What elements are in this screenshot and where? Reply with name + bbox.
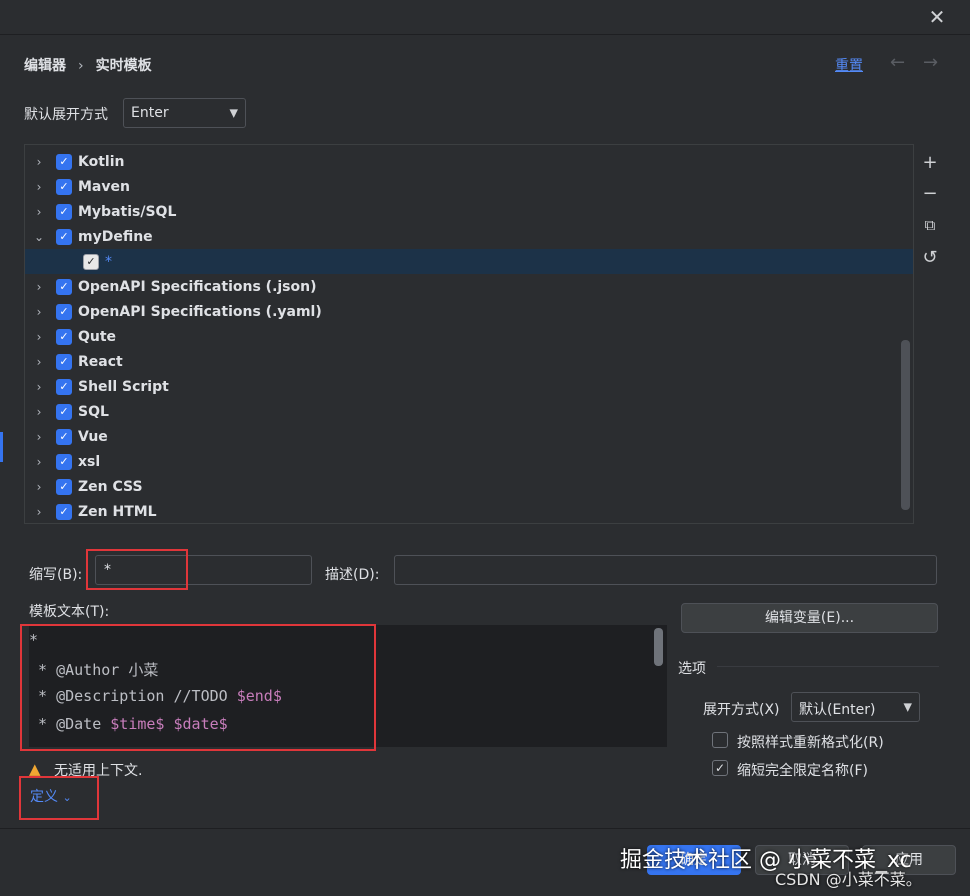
tree-item-label: Shell Script bbox=[78, 378, 169, 395]
shorten-checkbox[interactable]: ✓ bbox=[712, 760, 728, 776]
tree-item-checkbox[interactable]: ✓ bbox=[56, 203, 72, 220]
tree-item-label: xsl bbox=[78, 453, 101, 470]
tree-group-row[interactable]: › ✓ Mybatis/SQL bbox=[25, 199, 913, 224]
tree-group-row[interactable]: › ✓ Zen HTML bbox=[25, 499, 913, 523]
edit-variables-button[interactable]: 编辑变量(E)... bbox=[681, 603, 938, 633]
chevron-right-icon[interactable]: › bbox=[33, 180, 45, 194]
tree-group-row[interactable]: › ✓ Maven bbox=[25, 174, 913, 199]
tree-item-checkbox[interactable]: ✓ bbox=[56, 228, 72, 245]
tree-item-checkbox[interactable]: ✓ bbox=[56, 153, 72, 170]
tree-item-checkbox[interactable]: ✓ bbox=[83, 253, 99, 270]
abbrev-highlight bbox=[86, 549, 188, 590]
tree-item-label: Zen HTML bbox=[78, 503, 157, 520]
tree-group-row[interactable]: › ✓ Qute bbox=[25, 324, 913, 349]
tree-item-label: * bbox=[105, 253, 112, 270]
template-highlight bbox=[20, 624, 376, 751]
tree-group-row[interactable]: › ✓ Kotlin bbox=[25, 149, 913, 174]
expand-with-value: 默认(Enter) bbox=[799, 702, 876, 718]
default-expand-label: 默认展开方式 bbox=[24, 107, 108, 123]
options-title: 选项 bbox=[678, 661, 706, 677]
restore-icon[interactable]: ↺ bbox=[918, 246, 942, 270]
tree-group-row[interactable]: ⌄ ✓ myDefine bbox=[25, 224, 913, 249]
close-icon[interactable]: ✕ bbox=[924, 6, 950, 28]
tree-item-label: Zen CSS bbox=[78, 478, 143, 495]
tree-group-row[interactable]: › ✓ Vue bbox=[25, 424, 913, 449]
copy-icon[interactable]: ⧉ bbox=[918, 213, 942, 237]
tree-item-checkbox[interactable]: ✓ bbox=[56, 453, 72, 470]
chevron-right-icon[interactable]: › bbox=[33, 155, 45, 169]
options-divider bbox=[717, 666, 939, 667]
tree-item-checkbox[interactable]: ✓ bbox=[56, 378, 72, 395]
description-label: 描述(D): bbox=[325, 567, 380, 583]
tree-item-checkbox[interactable]: ✓ bbox=[56, 503, 72, 520]
chevron-right-icon[interactable]: › bbox=[33, 355, 45, 369]
reformat-checkbox[interactable] bbox=[712, 732, 728, 748]
back-arrow-icon[interactable]: ← bbox=[890, 52, 905, 73]
reset-link[interactable]: 重置 bbox=[835, 55, 863, 75]
abbrev-label: 缩写(B): bbox=[29, 567, 83, 583]
tree-child-row[interactable]: ✓ * bbox=[25, 249, 913, 274]
chevron-right-icon[interactable]: › bbox=[33, 455, 45, 469]
tree-item-checkbox[interactable]: ✓ bbox=[56, 328, 72, 345]
forward-arrow-icon[interactable]: → bbox=[923, 52, 938, 73]
tree-group-row[interactable]: › ✓ Shell Script bbox=[25, 374, 913, 399]
tree-item-label: Vue bbox=[78, 428, 108, 445]
remove-icon[interactable]: − bbox=[918, 182, 942, 206]
shorten-label: 缩短完全限定名称(F) bbox=[737, 763, 868, 779]
tree-item-label: React bbox=[78, 353, 123, 370]
breadcrumb-separator-icon: › bbox=[78, 58, 84, 74]
tree-item-label: Qute bbox=[78, 328, 117, 345]
chevron-right-icon[interactable]: › bbox=[33, 430, 45, 444]
tree-item-label: SQL bbox=[78, 403, 109, 420]
default-expand-value: Enter bbox=[131, 105, 169, 121]
reformat-label: 按照样式重新格式化(R) bbox=[737, 735, 884, 751]
header-divider bbox=[0, 34, 970, 35]
tree-item-label: myDefine bbox=[78, 228, 153, 245]
tree-item-label: Mybatis/SQL bbox=[78, 203, 177, 220]
breadcrumb: 编辑器 › 实时模板 bbox=[24, 55, 152, 75]
expand-with-select[interactable]: 默认(Enter) ▼ bbox=[791, 692, 920, 722]
breadcrumb-parent[interactable]: 编辑器 bbox=[24, 58, 66, 74]
expand-with-label: 展开方式(X) bbox=[703, 702, 780, 718]
tree-item-checkbox[interactable]: ✓ bbox=[56, 303, 72, 320]
tree-item-checkbox[interactable]: ✓ bbox=[56, 178, 72, 195]
template-tree[interactable]: › ✓ Kotlin › ✓ Maven › ✓ Mybatis/SQL ⌄ ✓ myDefine ✓ *… bbox=[24, 144, 914, 524]
tree-item-checkbox[interactable]: ✓ bbox=[56, 428, 72, 445]
tree-group-row[interactable]: › ✓ SQL bbox=[25, 399, 913, 424]
chevron-right-icon[interactable]: › bbox=[33, 305, 45, 319]
tree-group-row[interactable]: › ✓ Zen CSS bbox=[25, 474, 913, 499]
chevron-right-icon[interactable]: › bbox=[33, 505, 45, 519]
chevron-right-icon[interactable]: › bbox=[33, 330, 45, 344]
watermark-csdn: CSDN @小菜不菜。 bbox=[775, 870, 922, 889]
tree-item-label: OpenAPI Specifications (.yaml) bbox=[78, 303, 322, 320]
template-text-label: 模板文本(T): bbox=[29, 604, 110, 620]
tree-item-checkbox[interactable]: ✓ bbox=[56, 478, 72, 495]
breadcrumb-current: 实时模板 bbox=[95, 58, 152, 74]
define-highlight bbox=[19, 776, 99, 820]
chevron-right-icon[interactable]: › bbox=[33, 280, 45, 294]
description-input[interactable] bbox=[394, 555, 937, 585]
chevron-right-icon[interactable]: › bbox=[33, 405, 45, 419]
tree-group-row[interactable]: › ✓ xsl bbox=[25, 449, 913, 474]
tree-scrollbar[interactable] bbox=[901, 340, 910, 510]
chevron-down-icon: ▼ bbox=[903, 700, 912, 714]
tree-item-checkbox[interactable]: ✓ bbox=[56, 278, 72, 295]
side-marker bbox=[0, 432, 3, 462]
chevron-right-icon[interactable]: › bbox=[33, 480, 45, 494]
tree-item-label: Kotlin bbox=[78, 153, 125, 170]
tree-item-label: OpenAPI Specifications (.json) bbox=[78, 278, 317, 295]
add-icon[interactable]: + bbox=[918, 151, 942, 175]
chevron-right-icon[interactable]: › bbox=[33, 205, 45, 219]
chevron-right-icon[interactable]: › bbox=[33, 380, 45, 394]
chevron-down-icon: ▼ bbox=[229, 106, 238, 120]
tree-group-row[interactable]: › ✓ OpenAPI Specifications (.yaml) bbox=[25, 299, 913, 324]
tree-group-row[interactable]: › ✓ OpenAPI Specifications (.json) bbox=[25, 274, 913, 299]
tree-item-label: Maven bbox=[78, 178, 130, 195]
default-expand-select[interactable]: Enter ▼ bbox=[123, 98, 246, 128]
chevron-down-icon[interactable]: ⌄ bbox=[33, 230, 45, 244]
editor-scrollbar[interactable] bbox=[654, 628, 663, 666]
tree-item-checkbox[interactable]: ✓ bbox=[56, 403, 72, 420]
tree-group-row[interactable]: › ✓ React bbox=[25, 349, 913, 374]
tree-item-checkbox[interactable]: ✓ bbox=[56, 353, 72, 370]
